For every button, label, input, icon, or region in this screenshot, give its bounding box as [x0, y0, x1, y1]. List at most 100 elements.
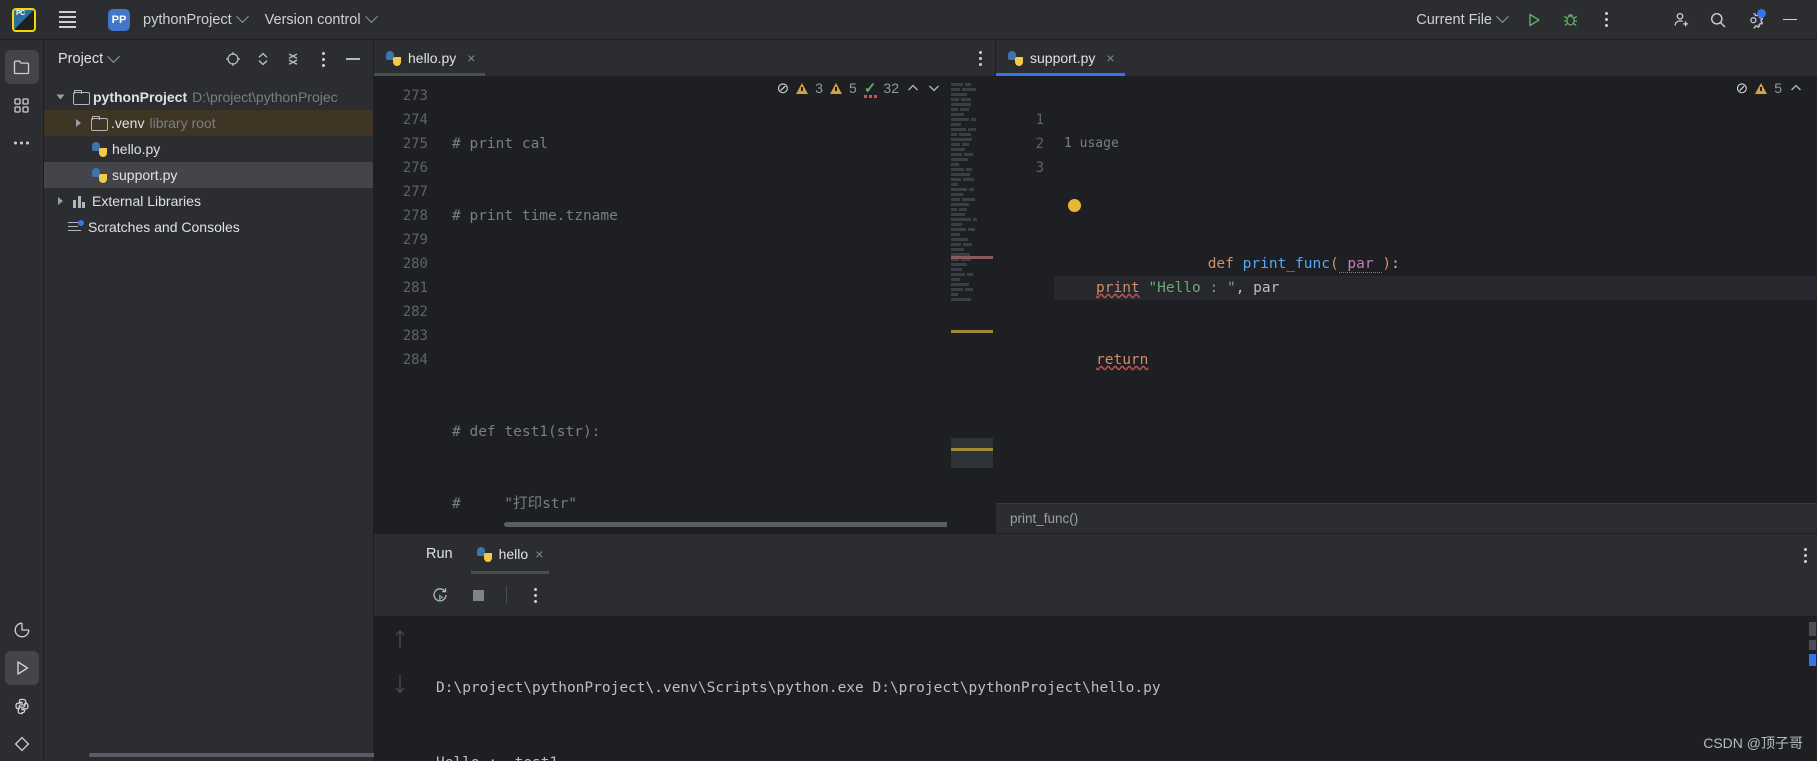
stop-button[interactable] — [464, 581, 492, 609]
run-tab-label: hello — [498, 546, 529, 562]
sidebar-item-structure[interactable] — [5, 88, 39, 122]
sidebar-item-problems[interactable] — [5, 727, 39, 761]
line-number: 3 — [1035, 160, 1044, 176]
code-line: # print cal — [452, 136, 549, 152]
run-button[interactable] — [1517, 5, 1551, 35]
project-horizontal-scrollbar[interactable] — [89, 753, 394, 757]
python-file-icon — [92, 167, 107, 183]
chevron-down-icon[interactable] — [927, 81, 941, 95]
run-console-output[interactable]: D:\project\pythonProject\.venv\Scripts\p… — [426, 616, 1817, 761]
version-control-menu[interactable]: Version control — [257, 8, 384, 32]
left-minimap[interactable] — [947, 76, 995, 533]
sidebar-item-run[interactable] — [4, 651, 39, 685]
console-scrollbar[interactable] — [1808, 616, 1817, 761]
run-tab-hello[interactable]: hello × — [470, 534, 550, 574]
inspection-ok-count: 32 — [883, 80, 899, 96]
line-number: 2 — [1035, 136, 1044, 152]
more-actions-button[interactable] — [1589, 5, 1623, 35]
line-number: 279 — [402, 232, 428, 248]
settings-button[interactable] — [1737, 5, 1771, 35]
run-panel-options-button[interactable] — [1804, 548, 1807, 563]
project-selector[interactable]: PP pythonProject — [100, 5, 255, 35]
project-name-label: pythonProject — [143, 11, 232, 28]
expand-collapse-icon[interactable] — [251, 47, 275, 71]
line-number: 274 — [402, 112, 428, 128]
tab-hello-py[interactable]: hello.py × — [374, 40, 486, 76]
minimap-viewport[interactable] — [951, 438, 993, 468]
left-pane-options-button[interactable] — [965, 40, 995, 76]
main-menu-icon[interactable] — [50, 5, 84, 35]
close-icon[interactable]: × — [535, 546, 543, 562]
line-number: 284 — [402, 352, 428, 368]
console-line: Hello : test1 — [436, 751, 1817, 761]
close-icon[interactable]: × — [1106, 50, 1114, 66]
chevron-up-icon[interactable] — [1789, 81, 1803, 95]
hide-panel-icon[interactable] — [341, 47, 365, 71]
collapse-all-icon[interactable] — [281, 47, 305, 71]
line-number: 282 — [402, 304, 428, 320]
right-code-text[interactable]: 1 usage def print_func( par ): print "He… — [1054, 76, 1817, 503]
sidebar-item-python-packages[interactable] — [5, 689, 39, 723]
tree-item-pythonProject[interactable]: pythonProject D:\project\pythonProjec — [44, 84, 373, 110]
chevron-up-icon[interactable] — [906, 81, 920, 95]
tree-item-hello-py[interactable]: hello.py — [44, 136, 373, 162]
code-line: def print_func( par ): — [1054, 199, 1817, 273]
left-line-number-gutter: 273 274 275 276 277 278 279 280 281 282 … — [374, 76, 438, 533]
python-file-icon — [1008, 50, 1023, 66]
right-code-area: ⊘ 5 1 2 3 1 usage def print_func(par):… — [996, 76, 1817, 503]
project-tree: pythonProject D:\project\pythonProjec .v… — [44, 78, 373, 240]
sidebar-item-profiler[interactable] — [5, 613, 39, 647]
left-code-text[interactable]: # print cal # print time.tzname # def te… — [438, 76, 947, 533]
line-number: 276 — [402, 160, 428, 176]
scroll-down-icon[interactable] — [393, 673, 407, 700]
run-tool-window: Run hello × D:\project\pythonProject\.ve… — [374, 533, 1817, 761]
expand-arrow-icon[interactable] — [70, 119, 86, 127]
sidebar-item-project[interactable] — [4, 50, 39, 84]
line-number: 283 — [402, 328, 428, 344]
rerun-button[interactable] — [426, 581, 454, 609]
right-line-number-gutter: 1 2 3 — [996, 76, 1054, 503]
tree-item-path: D:\project\pythonProjec — [192, 89, 338, 105]
run-more-options-button[interactable] — [521, 581, 549, 609]
code-line: # print time.tzname — [452, 208, 618, 224]
add-user-button[interactable] — [1665, 5, 1699, 35]
usage-hint-label[interactable]: 1 usage — [1054, 132, 1817, 156]
locate-file-icon[interactable] — [221, 47, 245, 71]
left-horizontal-scrollbar[interactable] — [504, 522, 947, 527]
tree-item-venv[interactable]: .venv library root — [44, 110, 373, 136]
editor-splits: hello.py × ⊘ 3 5 ✓ 32 273 274 275 276 27… — [374, 40, 1817, 533]
line-number: 1 — [1035, 112, 1044, 128]
expand-arrow-icon[interactable] — [52, 93, 68, 101]
tree-item-label: External Libraries — [92, 193, 201, 209]
minimap-warning-marker — [951, 330, 993, 333]
search-button[interactable] — [1701, 5, 1735, 35]
inspections-eye-icon[interactable]: ⊘ — [777, 79, 790, 97]
tree-item-support-py[interactable]: support.py — [44, 162, 373, 188]
chevron-down-icon — [1496, 10, 1509, 24]
sidebar-item-more[interactable] — [5, 126, 39, 160]
tree-item-external-libraries[interactable]: External Libraries — [44, 188, 373, 214]
chevron-down-icon[interactable] — [107, 49, 121, 63]
code-line: print "Hello : ", par — [1054, 276, 1817, 300]
more-vertical-icon — [1604, 12, 1608, 27]
inspections-eye-icon[interactable]: ⊘ — [1736, 79, 1749, 97]
run-configuration-selector[interactable]: Current File — [1408, 8, 1515, 32]
tab-support-py[interactable]: support.py × — [996, 40, 1125, 76]
folder-icon — [91, 116, 108, 131]
minimize-button[interactable] — [1773, 5, 1807, 35]
right-tab-strip: support.py × — [996, 40, 1817, 76]
project-options-icon[interactable] — [311, 47, 335, 71]
intention-bulb-icon[interactable] — [1068, 199, 1081, 212]
run-panel-title: Run — [426, 546, 453, 562]
expand-arrow-icon[interactable] — [52, 197, 68, 205]
tree-item-scratches-and-consoles[interactable]: Scratches and Consoles — [44, 214, 373, 240]
right-breadcrumb[interactable]: print_func() — [996, 503, 1817, 533]
line-number: 278 — [402, 208, 428, 224]
debug-button[interactable] — [1553, 5, 1587, 35]
close-icon[interactable]: × — [467, 50, 475, 66]
scroll-up-icon[interactable] — [393, 628, 407, 655]
line-number: 277 — [402, 184, 428, 200]
project-panel-header: Project — [44, 40, 373, 78]
tree-item-label: pythonProject — [93, 89, 188, 105]
